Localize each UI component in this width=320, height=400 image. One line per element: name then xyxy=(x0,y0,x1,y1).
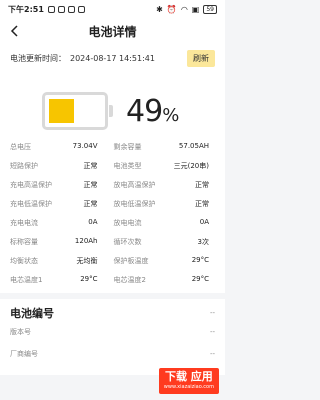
detail-value: 73.04V xyxy=(72,141,98,150)
detail-label: 放电电流 xyxy=(113,218,142,227)
detail-value: 正常 xyxy=(83,199,98,208)
detail-label: 放电高温保护 xyxy=(113,180,156,189)
detail-label: 电芯温度2 xyxy=(113,275,146,284)
battery-percent-number: 49 xyxy=(126,93,163,129)
wifi-icon: ◠ xyxy=(180,4,188,14)
detail-cell: 充电高温保护 正常 xyxy=(10,180,114,190)
notification-mail-icon xyxy=(77,5,85,13)
detail-cell: 放电低温保护 正常 xyxy=(114,199,218,209)
manufacturer-value: -- xyxy=(209,350,215,358)
detail-cell: 充电电流 0A xyxy=(10,218,114,228)
detail-value: 3次 xyxy=(197,237,209,246)
detail-row: 总电压 73.04V 剩余容量 57.05AH xyxy=(10,137,217,156)
app-header: 电池详情 xyxy=(0,18,225,44)
watermark-sub-text: www.xiazaiziao.com xyxy=(163,384,214,390)
detail-cell: 总电压 73.04V xyxy=(10,142,114,152)
version-label: 版本号 xyxy=(10,328,31,336)
version-row: 版本号 -- xyxy=(10,321,215,343)
detail-value: 29°C xyxy=(191,255,209,264)
detail-cell: 电池类型 三元(20串) xyxy=(114,161,218,171)
detail-label: 电池类型 xyxy=(113,161,142,170)
detail-value: 无均衡 xyxy=(76,256,98,265)
refresh-button[interactable]: 刷新 xyxy=(187,50,215,67)
detail-row: 充电高温保护 正常 放电高温保护 正常 xyxy=(10,175,217,194)
battery-details-grid: 总电压 73.04V 剩余容量 57.05AH 短路保护 正常 电池类型 三元(20串) 充电高… xyxy=(0,137,225,293)
battery-percent-sign: % xyxy=(162,104,179,126)
detail-row: 均衡状态 无均衡 保护板温度 29°C xyxy=(10,251,217,270)
detail-row: 充电低温保护 正常 放电低温保护 正常 xyxy=(10,194,217,213)
update-time-label: 电池更新时间： xyxy=(10,54,66,63)
battery-status-icon: 59 xyxy=(203,4,217,14)
detail-cell: 标称容量 120Ah xyxy=(10,237,114,247)
site-watermark-logo: 下载 应用 www.xiazaiziao.com xyxy=(158,368,219,394)
detail-cell: 电芯温度1 29°C xyxy=(10,275,114,285)
notification-app-icon xyxy=(57,5,65,13)
bluetooth-icon: ✱ xyxy=(156,4,163,14)
status-bar: 下午2:51 ✱ ⏰ ◠ ▣ 59 xyxy=(0,0,225,18)
battery-number-title-value: -- xyxy=(209,309,215,317)
battery-number-section: 电池编号 -- 版本号 -- 厂商编号 -- xyxy=(0,299,225,375)
detail-value: 正常 xyxy=(83,180,98,189)
back-arrow-icon[interactable] xyxy=(8,24,22,38)
detail-label: 循环次数 xyxy=(113,237,142,246)
detail-cell: 充电低温保护 正常 xyxy=(10,199,114,209)
detail-label: 充电低温保护 xyxy=(10,199,52,208)
detail-label: 放电低温保护 xyxy=(113,199,156,208)
detail-value: 正常 xyxy=(83,161,98,170)
detail-value: 57.05AH xyxy=(178,141,209,150)
detail-value: 29°C xyxy=(191,274,209,283)
detail-row: 短路保护 正常 电池类型 三元(20串) xyxy=(10,156,217,175)
battery-level-area: 49% xyxy=(0,67,225,137)
detail-label: 均衡状态 xyxy=(10,256,38,265)
detail-value: 正常 xyxy=(195,199,209,208)
detail-label: 剩余容量 xyxy=(113,142,142,151)
detail-label: 充电高温保护 xyxy=(10,180,52,189)
detail-cell: 保护板温度 29°C xyxy=(114,256,218,266)
manufacturer-row: 厂商编号 -- xyxy=(10,343,215,365)
status-time: 下午2:51 xyxy=(8,4,44,14)
detail-label: 保护板温度 xyxy=(113,256,149,265)
detail-value: 三元(20串) xyxy=(173,161,209,170)
detail-cell: 放电高温保护 正常 xyxy=(114,180,218,190)
battery-percent: 49% xyxy=(126,93,179,129)
battery-number-title: 电池编号 xyxy=(10,307,54,320)
manufacturer-label: 厂商编号 xyxy=(10,350,38,358)
detail-value: 29°C xyxy=(80,274,98,283)
detail-value: 0A xyxy=(88,217,98,226)
detail-label: 短路保护 xyxy=(10,161,38,170)
detail-value: 0A xyxy=(199,217,209,226)
notification-icons xyxy=(47,5,85,13)
detail-row: 标称容量 120Ah 循环次数 3次 xyxy=(10,232,217,251)
battery-level-icon xyxy=(42,92,113,130)
update-time-value: 2024-08-17 14:51:41 xyxy=(70,54,155,63)
battery-fill xyxy=(49,99,74,123)
detail-label: 总电压 xyxy=(10,142,31,151)
version-value: -- xyxy=(209,328,215,336)
detail-cell: 剩余容量 57.05AH xyxy=(114,142,218,152)
battery-card: 电池更新时间： 2024-08-17 14:51:41 刷新 49% 总电压 73… xyxy=(0,44,225,293)
detail-row: 充电电流 0A 放电电流 0A xyxy=(10,213,217,232)
detail-cell: 短路保护 正常 xyxy=(10,161,114,171)
alarm-icon: ⏰ xyxy=(166,4,177,14)
detail-label: 电芯温度1 xyxy=(10,275,43,284)
detail-cell: 电芯温度2 29°C xyxy=(114,275,218,285)
detail-value: 正常 xyxy=(195,180,209,189)
sim-icon: ▣ xyxy=(191,4,200,14)
detail-cell: 放电电流 0A xyxy=(114,218,218,228)
battery-cap xyxy=(109,105,113,117)
detail-label: 标称容量 xyxy=(10,237,38,246)
detail-cell: 均衡状态 无均衡 xyxy=(10,256,114,266)
detail-cell: 循环次数 3次 xyxy=(114,237,218,247)
detail-value: 120Ah xyxy=(74,236,98,245)
update-time-row: 电池更新时间： 2024-08-17 14:51:41 刷新 xyxy=(0,44,225,67)
page-title: 电池详情 xyxy=(88,24,137,39)
notification-clock-icon xyxy=(47,5,55,13)
notification-chat-icon xyxy=(67,5,75,13)
detail-row: 电芯温度1 29°C 电芯温度2 29°C xyxy=(10,270,217,289)
battery-number-header: 电池编号 -- xyxy=(10,305,215,321)
detail-label: 充电电流 xyxy=(10,218,38,227)
system-icons: ✱ ⏰ ◠ ▣ 59 xyxy=(156,4,217,14)
